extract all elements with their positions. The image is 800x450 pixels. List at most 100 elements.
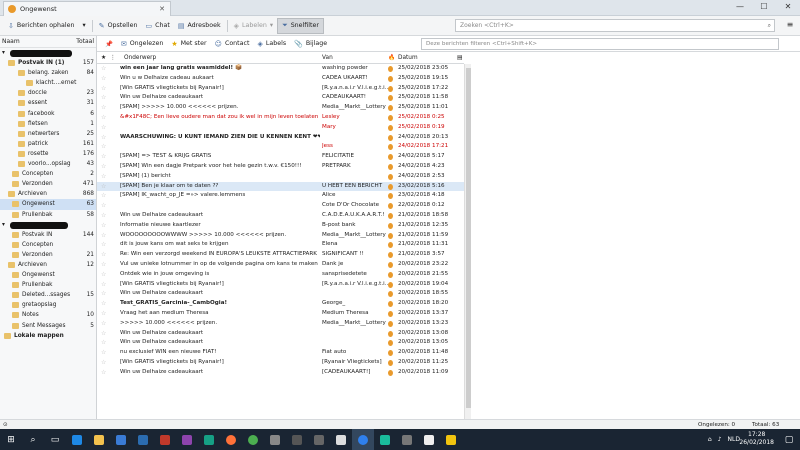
message-row[interactable]: ☆ Mary 25/02/2018 0:19 [97, 123, 464, 133]
app-icon[interactable] [374, 429, 396, 450]
column-subject[interactable]: Onderwerp [124, 52, 156, 64]
search-icon[interactable]: ⌕ [22, 429, 44, 450]
message-row[interactable]: ☆ Ontdek wie in jouw omgeving is sansprise… [97, 270, 464, 280]
star-icon[interactable]: ☆ [101, 319, 106, 329]
quickfilter-button[interactable]: ⏷ Snelfilter [277, 17, 324, 34]
app-icon[interactable] [264, 429, 286, 450]
star-icon[interactable]: ☆ [101, 250, 106, 260]
network-icon[interactable]: ⌂ [708, 436, 712, 443]
junk-flame-icon[interactable] [388, 114, 393, 121]
junk-flame-icon[interactable] [388, 252, 393, 259]
folder-item[interactable]: Verzonden 471 [0, 179, 96, 189]
message-row[interactable]: ☆ Win uw Delhaize cadeaukaart C.A.D.E.A.U.… [97, 211, 464, 221]
folder-col-name[interactable]: Naam [2, 36, 20, 47]
message-row[interactable]: ☆ >>>>> 10.000 <<<<<< prijzen. Media__Mark… [97, 319, 464, 329]
message-row[interactable]: ☆dit is uw laatste kans!Cote D'Or Chocol… [97, 201, 464, 211]
firefox-icon[interactable] [220, 429, 242, 450]
get-messages-button[interactable]: ⇩ Berichten ophalen [4, 18, 79, 34]
language-indicator[interactable]: NLD [728, 436, 740, 443]
star-icon[interactable]: ☆ [101, 64, 106, 74]
junk-flame-icon[interactable] [388, 350, 393, 357]
junk-flame-icon[interactable] [388, 66, 393, 72]
junk-flame-icon[interactable] [388, 173, 393, 180]
app-icon[interactable] [286, 429, 308, 450]
folder-item[interactable]: Prullenbak [0, 280, 96, 290]
junk-flame-icon[interactable] [388, 212, 393, 219]
star-icon[interactable]: ☆ [101, 368, 106, 378]
message-row[interactable]: ☆ [SPAM] >>>>> 10.000 <<<<<< prijzen. Medi… [97, 103, 464, 113]
star-icon[interactable]: ☆ [101, 152, 106, 162]
filter-unread-button[interactable]: ✉ Ongelezen [117, 36, 168, 52]
junk-flame-icon[interactable] [388, 222, 393, 229]
folder-item[interactable]: Ongewenst [0, 270, 96, 280]
explorer-icon[interactable] [88, 429, 110, 450]
thread-column-icon[interactable]: ⋮ [110, 52, 116, 64]
message-row[interactable]: ☆ WOOOOOOOOOWWWW >>>>> 10.000 <<<<<< prij… [97, 231, 464, 241]
message-row[interactable]: ☆ Win uw Delhaize cadeaukaart 20/02/2018 1… [97, 289, 464, 299]
search-input[interactable]: Zoeken <Ctrl+K> ⌕ [455, 19, 775, 32]
volume-icon[interactable]: ♪ [718, 436, 722, 443]
message-row[interactable]: ☆ Win uw Delhaize cadeaukaart CADEAUKAART!… [97, 93, 464, 103]
star-icon[interactable]: ☆ [101, 172, 106, 182]
folder-item[interactable]: belang. zaken 84 [0, 68, 96, 78]
account-row-2[interactable]: ▾ [0, 220, 96, 230]
folder-col-total[interactable]: Totaal [76, 36, 94, 47]
junk-flame-icon[interactable] [388, 75, 393, 82]
edge-icon[interactable] [66, 429, 88, 450]
close-window-button[interactable]: ✕ [776, 0, 800, 14]
message-row[interactable]: ☆ [Win GRATIS vliegtickets bij Ryanair!] [… [97, 84, 464, 94]
star-icon[interactable]: ☆ [101, 240, 106, 250]
column-date[interactable]: Datum [398, 52, 418, 64]
junk-flame-icon[interactable] [388, 95, 393, 102]
star-icon[interactable]: ☆ [101, 93, 106, 103]
maximize-button[interactable]: ☐ [752, 0, 776, 14]
thunderbird-taskbar-icon[interactable] [352, 429, 374, 450]
column-from[interactable]: Van [322, 52, 333, 64]
folder-item[interactable]: Verzonden 21 [0, 250, 96, 260]
star-icon[interactable]: ☆ [101, 299, 106, 309]
star-icon[interactable]: ☆ [101, 329, 106, 339]
junk-flame-icon[interactable] [388, 105, 393, 112]
message-row[interactable]: ☆ Win uw Delhaize cadeaukaart [CADEAUKAART… [97, 368, 464, 378]
folder-item[interactable]: Lokale mappen [0, 331, 96, 341]
clock[interactable]: 17:28 26/02/2018 [739, 431, 774, 447]
folder-item[interactable]: essent 31 [0, 98, 96, 108]
app-icon[interactable] [396, 429, 418, 450]
app-icon[interactable] [308, 429, 330, 450]
folder-item[interactable]: voorlo...opslag 43 [0, 159, 96, 169]
folder-item[interactable]: Concepten [0, 240, 96, 250]
mail-icon[interactable] [132, 429, 154, 450]
star-icon[interactable]: ☆ [101, 182, 106, 192]
star-icon[interactable]: ☆ [101, 231, 106, 241]
folder-item[interactable]: Archieven 12 [0, 260, 96, 270]
star-icon[interactable]: ☆ [101, 358, 106, 368]
close-tab-icon[interactable]: ✕ [159, 5, 165, 13]
junk-flame-icon[interactable] [388, 203, 393, 210]
folder-item[interactable]: klacht....ernet [0, 78, 96, 88]
junk-flame-icon[interactable] [388, 340, 393, 347]
message-list-scrollbar[interactable] [464, 64, 471, 419]
message-row[interactable]: ☆ Win uw Delhaize cadeaukaart 20/02/2018 1… [97, 338, 464, 348]
junk-flame-icon[interactable] [388, 242, 393, 249]
column-picker-icon[interactable]: ▤ [457, 52, 462, 64]
junk-flame-icon[interactable] [388, 291, 393, 298]
addressbook-button[interactable]: ▤ Adresboek [174, 18, 225, 34]
minimize-button[interactable]: — [728, 0, 752, 14]
compose-button[interactable]: ✎ Opstellen [95, 18, 142, 34]
folder-item[interactable]: gretaopslag [0, 300, 96, 310]
message-row[interactable]: ☆ [SPAM] => TEST & KRIJG GRATIS FELICITATI… [97, 152, 464, 162]
star-icon[interactable]: ☆ [101, 348, 106, 358]
account-row-1[interactable]: ▾ [0, 48, 96, 58]
hamburger-menu-icon[interactable]: ≡ [784, 19, 796, 31]
junk-flame-icon[interactable] [388, 85, 393, 92]
chat-button[interactable]: ▭ Chat [142, 18, 174, 34]
store-icon[interactable] [110, 429, 132, 450]
junk-flame-icon[interactable] [388, 163, 393, 170]
tab-ongewenst[interactable]: Ongewenst ✕ [3, 1, 171, 16]
star-icon[interactable]: ☆ [101, 221, 106, 231]
pin-filter-icon[interactable]: 📌 [101, 36, 117, 52]
star-icon[interactable]: ☆ [101, 289, 106, 299]
junk-flame-icon[interactable] [388, 301, 393, 308]
message-row[interactable]: ☆ Vraag het aan medium Theresa Medium Ther… [97, 309, 464, 319]
junk-flame-icon[interactable] [388, 310, 393, 317]
